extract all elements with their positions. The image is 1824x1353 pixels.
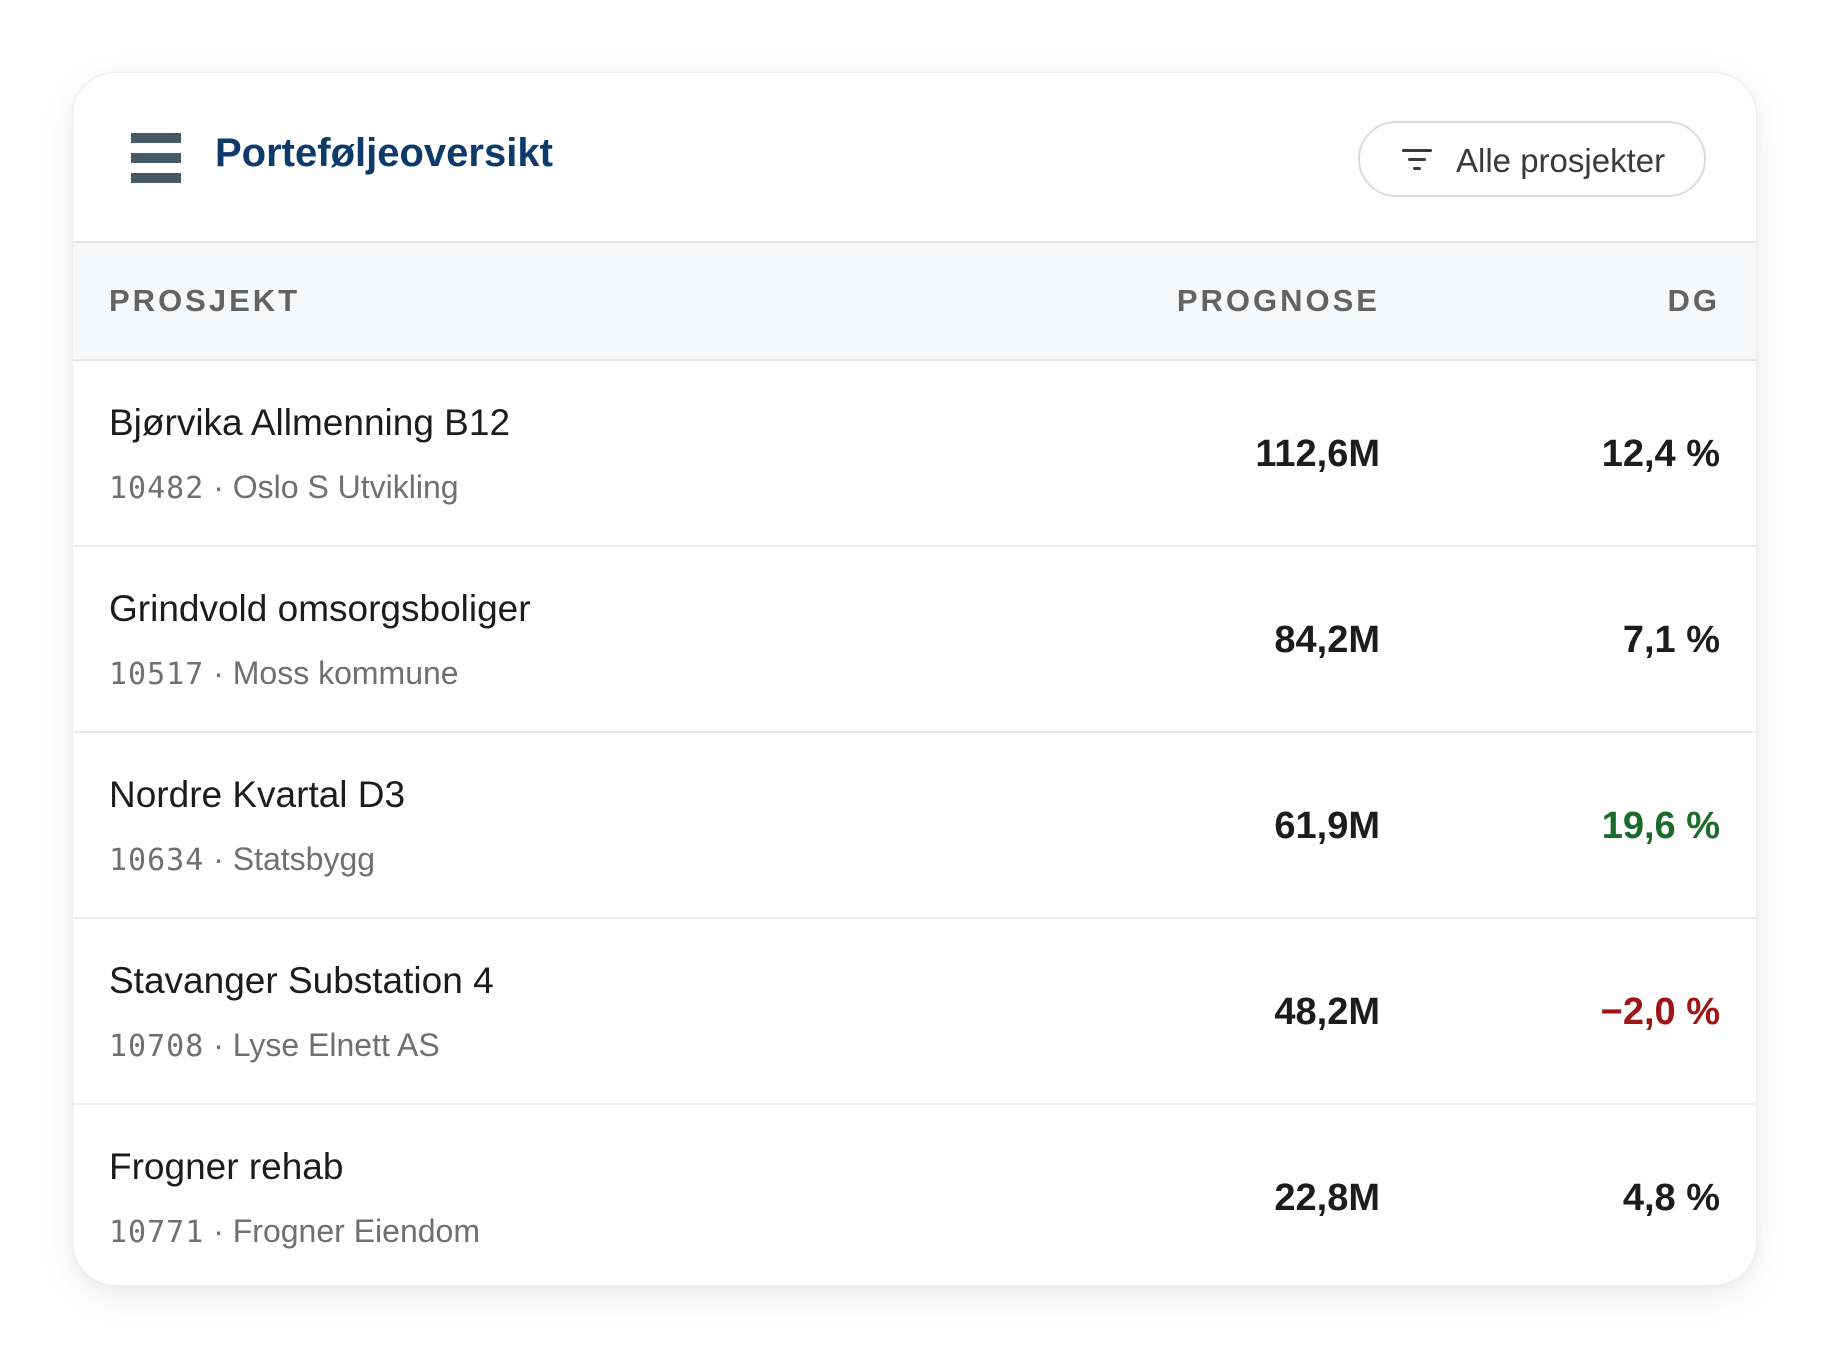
- portfolio-card: Porteføljeoversikt Alle prosjekter PROSJ…: [72, 72, 1757, 1286]
- meta-separator: ·: [204, 469, 233, 505]
- project-id: 10708: [109, 1029, 205, 1064]
- table-row[interactable]: Grindvold omsorgsboliger 10517 · Moss ko…: [73, 547, 1756, 733]
- project-prognose: 48,2M: [1274, 991, 1380, 1033]
- project-id: 10634: [109, 843, 205, 878]
- project-name: Nordre Kvartal D3: [109, 774, 406, 815]
- project-meta: 10771 · Frogner Eiendom: [109, 1211, 480, 1253]
- project-meta: 10708 · Lyse Elnett AS: [109, 1025, 440, 1067]
- column-header-dg[interactable]: DG: [1668, 281, 1721, 321]
- project-prognose: 22,8M: [1274, 1177, 1380, 1219]
- project-name: Frogner rehab: [109, 1146, 344, 1187]
- filter-icon: [1402, 149, 1432, 170]
- project-dg: 12,4 %: [1601, 433, 1720, 475]
- card-header: Porteføljeoversikt Alle prosjekter: [73, 73, 1756, 243]
- project-name: Stavanger Substation 4: [109, 960, 494, 1001]
- meta-separator: ·: [204, 1027, 233, 1063]
- meta-separator: ·: [204, 841, 233, 877]
- project-prognose: 84,2M: [1274, 619, 1380, 661]
- project-meta: 10634 · Statsbygg: [109, 839, 375, 881]
- project-client: Frogner Eiendom: [232, 1213, 480, 1249]
- project-name: Grindvold omsorgsboliger: [109, 588, 531, 629]
- project-prognose: 61,9M: [1274, 805, 1380, 847]
- project-client: Oslo S Utvikling: [232, 469, 459, 505]
- project-id: 10517: [109, 657, 205, 692]
- project-dg: 19,6 %: [1601, 805, 1720, 847]
- project-prognose: 112,6M: [1255, 433, 1380, 475]
- table-header: PROSJEKT PROGNOSE DG: [73, 243, 1756, 361]
- meta-separator: ·: [204, 1213, 233, 1249]
- project-dg: −2,0 %: [1600, 991, 1720, 1033]
- meta-separator: ·: [204, 655, 233, 691]
- project-client: Moss kommune: [232, 655, 459, 691]
- page-title: Porteføljeoversikt: [215, 131, 553, 175]
- filter-label: Alle prosjekter: [1456, 142, 1666, 179]
- menu-icon[interactable]: [131, 133, 181, 183]
- project-dg: 4,8 %: [1622, 1177, 1720, 1219]
- table-row[interactable]: Bjørvika Allmenning B12 10482 · Oslo S U…: [73, 361, 1756, 547]
- project-dg: 7,1 %: [1622, 619, 1720, 661]
- column-header-project[interactable]: PROSJEKT: [109, 281, 300, 321]
- project-meta: 10482 · Oslo S Utvikling: [109, 467, 459, 509]
- table-row[interactable]: Nordre Kvartal D3 10634 · Statsbygg 61,9…: [73, 733, 1756, 919]
- project-id: 10482: [109, 471, 205, 506]
- project-client: Statsbygg: [232, 841, 376, 877]
- table-row[interactable]: Frogner rehab 10771 · Frogner Eiendom 22…: [73, 1105, 1756, 1285]
- project-id: 10771: [109, 1215, 205, 1250]
- project-client: Lyse Elnett AS: [232, 1027, 440, 1063]
- project-meta: 10517 · Moss kommune: [109, 653, 459, 695]
- filter-button[interactable]: Alle prosjekter: [1358, 121, 1706, 197]
- table-row[interactable]: Stavanger Substation 4 10708 · Lyse Elne…: [73, 919, 1756, 1105]
- project-name: Bjørvika Allmenning B12: [109, 402, 511, 443]
- column-header-prognose[interactable]: PROGNOSE: [1177, 281, 1380, 321]
